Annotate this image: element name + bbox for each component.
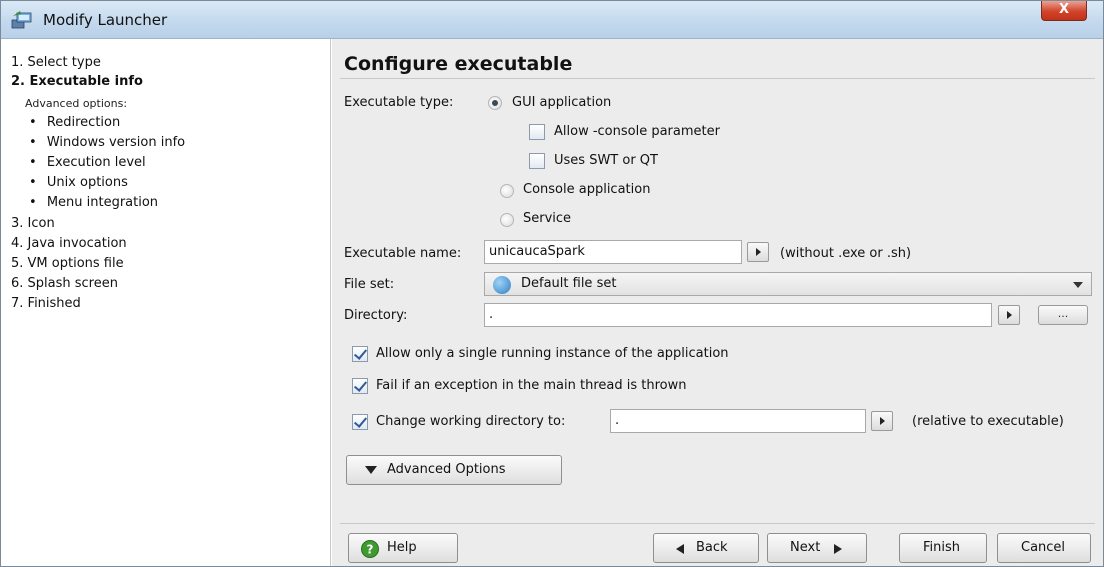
fail-exception-checkbox[interactable]: [352, 378, 368, 394]
nav-advanced-options-heading: Advanced options:: [25, 97, 128, 110]
uses-swt-checkbox[interactable]: [529, 153, 545, 169]
nav-sub-menu-integration[interactable]: • Menu integration: [29, 195, 158, 210]
next-button[interactable]: Next: [767, 533, 867, 563]
play-arrow-icon: [1007, 311, 1012, 319]
allow-console-checkbox[interactable]: [529, 124, 545, 140]
fail-exception-label[interactable]: Fail if an exception in the main thread …: [376, 378, 686, 393]
finish-button[interactable]: Finish: [899, 533, 987, 563]
directory-input[interactable]: .: [484, 303, 992, 327]
advanced-options-label: Advanced Options: [387, 462, 506, 477]
allow-console-label[interactable]: Allow -console parameter: [554, 124, 720, 139]
nav-sub-label: Execution level: [46, 155, 146, 170]
service-label[interactable]: Service: [523, 211, 571, 226]
executable-name-label: Executable name:: [344, 246, 462, 261]
next-arrow-icon: [834, 544, 842, 554]
nav-bullet: •: [29, 135, 37, 150]
back-arrow-icon: [676, 544, 684, 554]
launcher-window: Modify Launcher X 1. Select type 2. Exec…: [0, 0, 1104, 567]
working-dir-hint: (relative to executable): [912, 414, 1064, 429]
console-application-radio[interactable]: [500, 184, 514, 198]
executable-name-variable-button[interactable]: [747, 242, 769, 262]
title-divider: [340, 78, 1095, 79]
svg-text:?: ?: [367, 543, 374, 557]
gui-application-label[interactable]: GUI application: [512, 95, 611, 110]
working-dir-variable-button[interactable]: [871, 411, 893, 431]
nav-sub-windows-version-info[interactable]: • Windows version info: [29, 135, 185, 150]
nav-bullet: •: [29, 175, 37, 190]
change-working-dir-label[interactable]: Change working directory to:: [376, 414, 565, 429]
back-button[interactable]: Back: [653, 533, 759, 563]
nav-sub-redirection[interactable]: • Redirection: [29, 115, 120, 130]
nav-step-finished[interactable]: 7. Finished: [11, 296, 81, 311]
nav-step-vm-options-file[interactable]: 5. VM options file: [11, 256, 124, 271]
help-button[interactable]: ? Help: [348, 533, 458, 563]
help-label: Help: [387, 540, 417, 555]
nav-sub-label: Menu integration: [46, 195, 159, 210]
play-arrow-icon: [756, 248, 761, 256]
gui-application-radio[interactable]: [488, 96, 502, 110]
cancel-label: Cancel: [1021, 540, 1066, 555]
nav-step-java-invocation[interactable]: 4. Java invocation: [11, 236, 127, 251]
title-bar: Modify Launcher X: [1, 1, 1103, 39]
executable-type-label: Executable type:: [344, 95, 454, 110]
content-panel: Configure executable Executable type: GU…: [332, 39, 1103, 566]
file-set-label: File set:: [344, 277, 395, 292]
back-label: Back: [696, 540, 728, 555]
triangle-down-icon: [365, 466, 377, 474]
chevron-down-icon: [1073, 282, 1083, 288]
directory-variable-button[interactable]: [998, 305, 1020, 325]
nav-sub-execution-level[interactable]: • Execution level: [29, 155, 146, 170]
console-application-label[interactable]: Console application: [523, 182, 650, 197]
nav-sub-label: Unix options: [46, 175, 128, 190]
nav-step-icon[interactable]: 3. Icon: [11, 216, 55, 231]
globe-icon: [493, 276, 511, 294]
single-instance-checkbox[interactable]: [352, 346, 368, 362]
directory-label: Directory:: [344, 308, 408, 323]
file-set-value: Default file set: [521, 276, 617, 291]
executable-name-hint: (without .exe or .sh): [780, 246, 912, 261]
page-title: Configure executable: [344, 53, 573, 75]
uses-swt-label[interactable]: Uses SWT or QT: [554, 153, 658, 168]
help-icon: ?: [361, 540, 379, 558]
nav-step-splash-screen[interactable]: 6. Splash screen: [11, 276, 118, 291]
launcher-app-icon: [11, 11, 32, 29]
nav-bullet: •: [29, 155, 37, 170]
service-radio[interactable]: [500, 213, 514, 227]
file-set-select[interactable]: Default file set: [484, 272, 1092, 296]
working-dir-input[interactable]: .: [610, 409, 866, 433]
advanced-options-button[interactable]: Advanced Options: [346, 455, 562, 485]
cancel-button[interactable]: Cancel: [997, 533, 1091, 563]
nav-step-executable-info[interactable]: 2. Executable info: [11, 74, 143, 89]
finish-label: Finish: [923, 540, 961, 555]
footer-divider: [340, 523, 1095, 524]
window-title: Modify Launcher: [43, 11, 168, 29]
nav-step-select-type[interactable]: 1. Select type: [11, 55, 101, 70]
nav-bullet: •: [29, 115, 37, 130]
change-working-dir-checkbox[interactable]: [352, 414, 368, 430]
play-arrow-icon: [880, 417, 885, 425]
nav-sub-label: Redirection: [46, 115, 121, 130]
nav-sub-unix-options[interactable]: • Unix options: [29, 175, 128, 190]
single-instance-label[interactable]: Allow only a single running instance of …: [376, 346, 729, 361]
close-button[interactable]: X: [1041, 1, 1087, 21]
executable-name-input[interactable]: unicaucaSpark: [484, 240, 742, 264]
nav-sub-label: Windows version info: [46, 135, 186, 150]
next-label: Next: [790, 540, 821, 555]
nav-bullet: •: [29, 195, 37, 210]
wizard-steps-nav: 1. Select type 2. Executable info Advanc…: [1, 39, 331, 566]
browse-directory-button[interactable]: ...: [1038, 305, 1088, 325]
